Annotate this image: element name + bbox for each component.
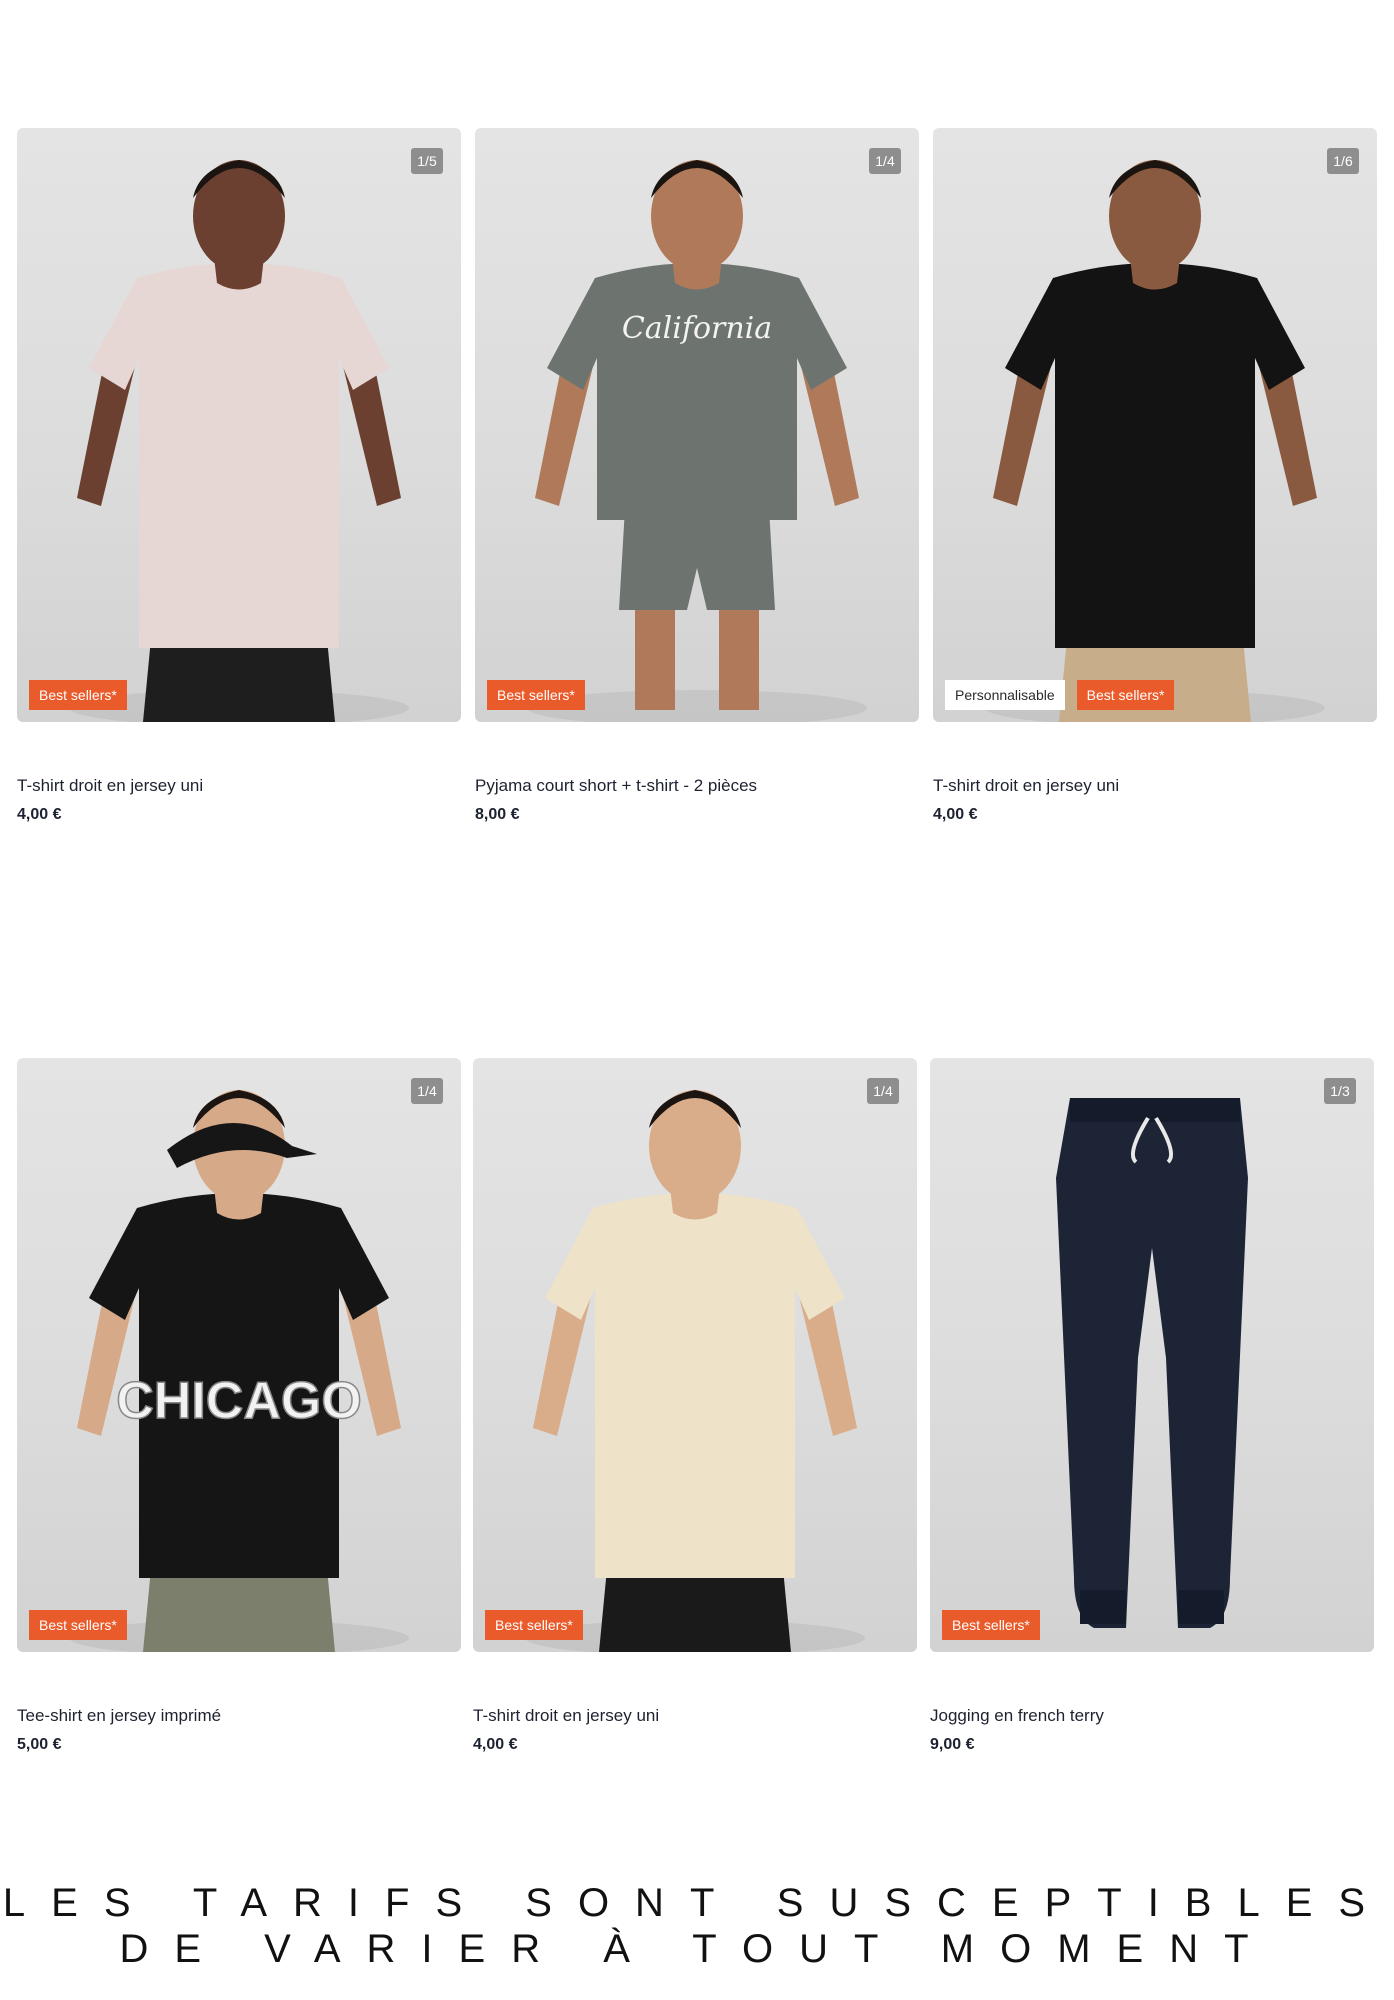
image-counter: 1/5 — [411, 148, 443, 174]
product-image[interactable]: 1/6 Personnalisable Best sellers* — [933, 128, 1377, 722]
best-sellers-badge: Best sellers* — [1076, 680, 1175, 710]
product-price: 8,00 € — [475, 806, 520, 823]
product-image[interactable]: California 1/4 Best sellers* — [475, 128, 919, 722]
product-card[interactable]: 1/4 Best sellers* T-shirt droit en jerse… — [473, 1058, 917, 1754]
product-card[interactable]: 1/3 Best sellers* Jogging en french terr… — [930, 1058, 1374, 1754]
product-photo — [933, 128, 1377, 722]
product-photo — [17, 128, 461, 722]
product-name-link[interactable]: T-shirt droit en jersey uni — [933, 776, 1377, 796]
product-card[interactable]: 1/5 Best sellers* T-shirt droit en jerse… — [17, 128, 461, 824]
image-counter: 1/6 — [1327, 148, 1359, 174]
best-sellers-badge: Best sellers* — [487, 680, 585, 710]
product-photo — [473, 1058, 917, 1652]
badge-list: Best sellers* — [29, 1610, 127, 1640]
product-card[interactable]: 1/6 Personnalisable Best sellers* T-shir… — [933, 128, 1377, 824]
personnalisable-badge: Personnalisable — [945, 680, 1065, 710]
product-image[interactable]: 1/5 Best sellers* — [17, 128, 461, 722]
product-name-link[interactable]: T-shirt droit en jersey uni — [17, 776, 461, 796]
product-image[interactable]: 1/3 Best sellers* — [930, 1058, 1374, 1652]
product-name-link[interactable]: Pyjama court short + t-shirt - 2 pièces — [475, 776, 919, 796]
product-name-link[interactable]: Jogging en french terry — [930, 1706, 1374, 1726]
badge-list: Best sellers* — [485, 1610, 583, 1640]
best-sellers-badge: Best sellers* — [485, 1610, 583, 1640]
product-image[interactable]: 1/4 Best sellers* — [473, 1058, 917, 1652]
product-card[interactable]: California 1/4 Best sellers* Pyjama cour… — [475, 128, 919, 824]
best-sellers-badge: Best sellers* — [942, 1610, 1040, 1640]
badge-list: Best sellers* — [942, 1610, 1040, 1640]
product-name-link[interactable]: Tee-shirt en jersey imprimé — [17, 1706, 461, 1726]
badge-list: Best sellers* — [29, 680, 127, 710]
product-image[interactable]: CHICAGO 1/4 Best sellers* — [17, 1058, 461, 1652]
product-photo — [930, 1058, 1374, 1652]
product-name-link[interactable]: T-shirt droit en jersey uni — [473, 1706, 917, 1726]
badge-list: Best sellers* — [487, 680, 585, 710]
badge-list: Personnalisable Best sellers* — [945, 680, 1175, 710]
pricing-disclaimer: Les tarifs sont susceptibles de varier à… — [2, 1881, 1392, 1971]
product-card[interactable]: CHICAGO 1/4 Best sellers* Tee-shirt en j… — [17, 1058, 461, 1754]
svg-text:California: California — [622, 311, 772, 346]
image-counter: 1/4 — [869, 148, 901, 174]
product-price: 4,00 € — [473, 1736, 518, 1753]
image-counter: 1/4 — [411, 1078, 443, 1104]
product-row-1: 1/5 Best sellers* T-shirt droit en jerse… — [0, 128, 1394, 888]
product-price: 4,00 € — [933, 806, 978, 823]
product-price: 4,00 € — [17, 806, 62, 823]
best-sellers-badge: Best sellers* — [29, 1610, 127, 1640]
product-price: 5,00 € — [17, 1736, 62, 1753]
product-photo: California — [475, 128, 919, 722]
product-photo: CHICAGO — [17, 1058, 461, 1652]
product-price: 9,00 € — [930, 1736, 975, 1753]
best-sellers-badge: Best sellers* — [29, 680, 127, 710]
product-row-2: CHICAGO 1/4 Best sellers* Tee-shirt en j… — [0, 1058, 1394, 1818]
image-counter: 1/3 — [1324, 1078, 1356, 1104]
svg-text:CHICAGO: CHICAGO — [116, 1372, 362, 1430]
image-counter: 1/4 — [867, 1078, 899, 1104]
